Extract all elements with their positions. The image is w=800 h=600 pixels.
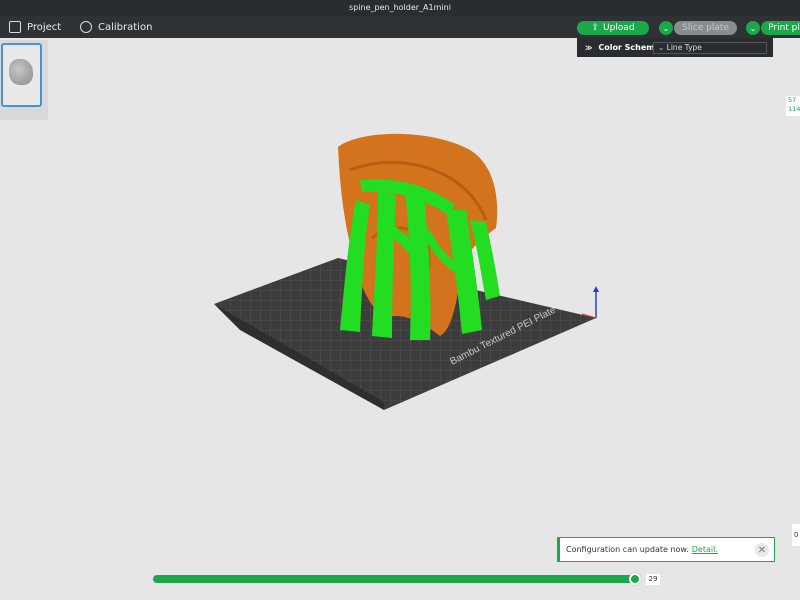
config-update-notification: Configuration can update now. Detail. ✕	[557, 537, 775, 562]
layer-slider-track[interactable]	[153, 575, 637, 583]
axis-gizmo	[581, 286, 599, 319]
layer-slider-value: 29	[646, 574, 660, 585]
3d-viewport[interactable]: Bambu Textured PEI Plate	[0, 0, 800, 600]
close-icon[interactable]: ✕	[755, 543, 769, 557]
notification-message: Configuration can update now.	[566, 545, 689, 554]
layer-slider-handle[interactable]	[629, 573, 641, 585]
notification-detail-link[interactable]: Detail.	[692, 545, 718, 554]
